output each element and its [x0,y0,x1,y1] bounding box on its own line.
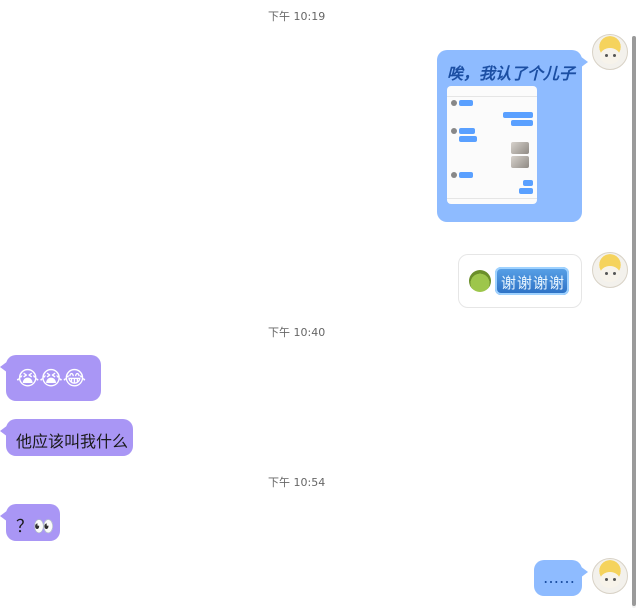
message-text: 唉，我认了个儿子 [447,64,576,83]
thumb-avatar [451,172,457,178]
sent-message-bubble[interactable]: …… [534,560,588,596]
sticker-message[interactable]: 谢谢谢谢 [458,254,582,308]
message-text: 😭😭😂 [16,366,87,390]
thumb-bubble [459,172,473,178]
received-message-bubble[interactable]: 他应该叫我什么 [0,419,133,456]
avatar-eye-left [605,272,608,275]
sent-message-bubble[interactable]: 唉，我认了个儿子 [437,50,588,222]
avatar-face [600,48,620,64]
message-text: …… [543,568,575,587]
thumb-avatar [451,128,457,134]
my-avatar[interactable] [592,252,628,288]
screenshot-thumbnail[interactable] [447,86,537,204]
received-message-bubble[interactable]: 😭😭😂 [0,355,101,401]
frog-icon [469,270,491,292]
thumb-bubble [459,100,473,106]
thumb-image [511,142,529,154]
avatar-face [600,572,620,588]
thumb-bubble [503,112,533,118]
thumb-bubble [459,136,477,142]
thumb-bubble [511,120,533,126]
avatar-face [600,266,620,282]
thumb-avatar [451,100,457,106]
timestamp: 下午 10:54 [268,476,326,489]
thumb-divider [447,96,537,97]
my-avatar[interactable] [592,34,628,70]
received-message-bubble[interactable]: ？👀 [0,504,60,541]
avatar-eye-right [613,54,616,57]
thumb-bubble [459,128,475,134]
sticker-text: 谢谢谢谢 [501,274,566,292]
avatar-eye-right [613,272,616,275]
scrollbar-thumb[interactable] [632,36,636,606]
avatar-eye-left [605,578,608,581]
thumb-bubble [519,188,533,194]
thumb-image [511,156,529,168]
avatar-eye-left [605,54,608,57]
message-text: 他应该叫我什么 [16,432,129,451]
thumb-bubble [523,180,533,186]
timestamp: 下午 10:19 [268,10,326,23]
sticker-banner: 谢谢谢谢 [495,267,569,295]
thumb-divider [447,198,537,199]
timestamp: 下午 10:40 [268,326,326,339]
avatar-eye-right [613,578,616,581]
message-text: ？👀 [16,517,55,537]
my-avatar[interactable] [592,558,628,594]
